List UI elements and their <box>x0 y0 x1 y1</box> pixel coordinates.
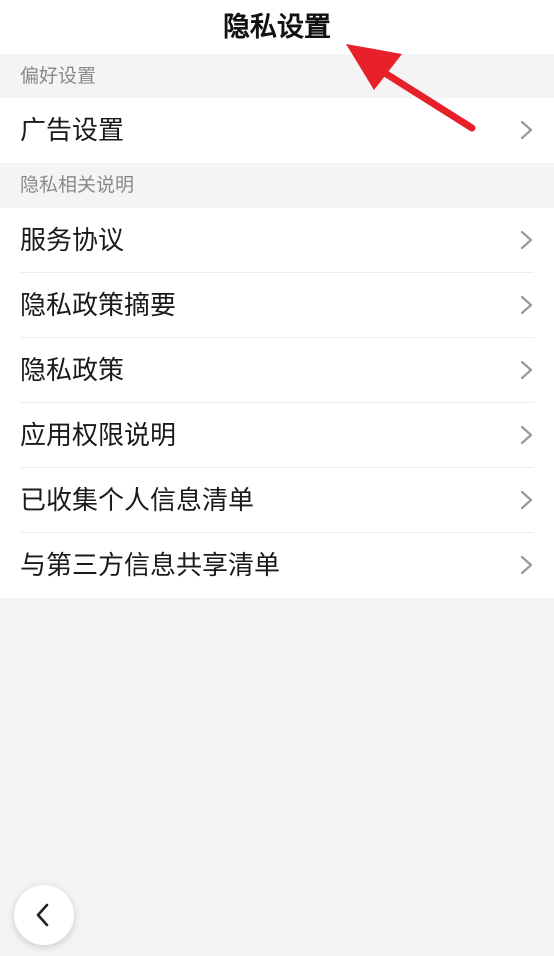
settings-item-privacy-summary[interactable]: 隐私政策摘要 <box>0 273 554 338</box>
settings-item-label: 服务协议 <box>20 226 125 256</box>
settings-item-service-agreement[interactable]: 服务协议 <box>0 208 554 273</box>
section-header-privacy-docs: 隐私相关说明 <box>0 163 554 207</box>
settings-item-label: 隐私政策 <box>20 356 125 386</box>
settings-item-privacy-policy[interactable]: 隐私政策 <box>0 338 554 403</box>
settings-item-app-permissions[interactable]: 应用权限说明 <box>0 403 554 468</box>
chevron-right-icon <box>520 490 533 510</box>
settings-item-label: 应用权限说明 <box>20 421 177 451</box>
settings-item-third-party-sharing-list[interactable]: 与第三方信息共享清单 <box>0 533 554 598</box>
chevron-right-icon <box>520 555 533 575</box>
chevron-right-icon <box>520 425 533 445</box>
section-label: 偏好设置 <box>20 65 97 87</box>
settings-item-label: 与第三方信息共享清单 <box>20 551 281 581</box>
back-button[interactable] <box>14 885 74 945</box>
section-header-preferences: 偏好设置 <box>0 54 554 98</box>
section-label: 隐私相关说明 <box>20 174 135 196</box>
settings-item-label: 广告设置 <box>20 116 125 146</box>
title-bar: 隐私设置 <box>0 0 554 54</box>
settings-item-collected-info-list[interactable]: 已收集个人信息清单 <box>0 468 554 533</box>
chevron-right-icon <box>520 295 533 315</box>
settings-item-ad-settings[interactable]: 广告设置 <box>0 98 554 163</box>
settings-item-label: 隐私政策摘要 <box>20 291 177 321</box>
chevron-right-icon <box>520 230 533 250</box>
page-title: 隐私设置 <box>223 12 331 43</box>
settings-item-label: 已收集个人信息清单 <box>20 486 255 516</box>
privacy-docs-group: 服务协议 隐私政策摘要 隐私政策 应用权限说明 已收集个人信息清单 与第三方信息 <box>0 208 554 598</box>
preferences-group: 广告设置 <box>0 98 554 163</box>
chevron-right-icon <box>520 120 533 140</box>
chevron-left-icon <box>36 903 49 927</box>
chevron-right-icon <box>520 360 533 380</box>
